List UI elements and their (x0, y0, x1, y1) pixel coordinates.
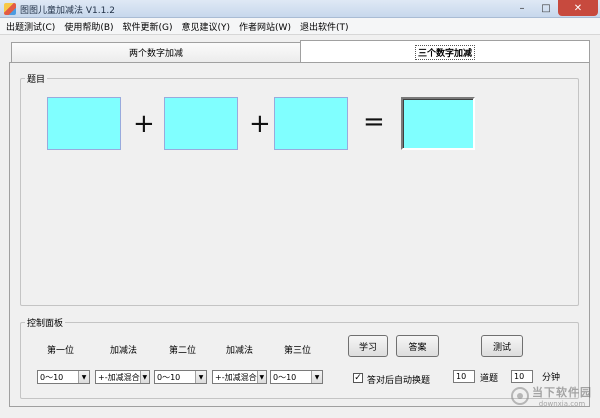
watermark-sub-text: downxia.com (538, 400, 586, 408)
number-box-1 (47, 97, 121, 150)
number-box-3 (274, 97, 348, 150)
plus-sign-1: + (133, 109, 155, 139)
second-digit-range-value: 0～10 (157, 372, 181, 382)
equals-sign: = (363, 107, 385, 137)
chevron-down-icon: ▼ (139, 371, 149, 383)
menu-item-website[interactable]: 作者网站(W) (239, 20, 291, 33)
answer-box[interactable] (401, 97, 475, 150)
operation-a-select[interactable]: +-加减混合 ▼ (95, 370, 150, 384)
chevron-down-icon: ▼ (311, 371, 322, 383)
close-icon[interactable]: ✕ (558, 0, 598, 16)
menu-item-feedback[interactable]: 意见建议(Y) (182, 20, 231, 33)
question-group: 题目 + + = (20, 72, 579, 306)
label-third-digit: 第三位 (284, 346, 312, 356)
question-group-legend: 题目 (25, 72, 48, 85)
operation-b-select[interactable]: +-加减混合 ▼ (212, 370, 267, 384)
window-controls: – □ ✕ (510, 0, 598, 16)
label-operation-b: 加减法 (226, 346, 254, 356)
label-first-digit: 第一位 (47, 346, 75, 356)
tab-two-numbers-label: 两个数字加减 (128, 49, 183, 59)
learn-button[interactable]: 学习 (348, 335, 388, 357)
tab-three-numbers-label: 三个数字加减 (414, 44, 475, 60)
chevron-down-icon: ▼ (195, 371, 206, 383)
menu-item-update[interactable]: 软件更新(G) (123, 20, 173, 33)
test-button[interactable]: 测试 (481, 335, 523, 357)
answer-button[interactable]: 答案 (396, 335, 439, 357)
watermark-logo-icon (511, 387, 529, 405)
app-logo-icon (4, 3, 16, 15)
watermark-main-text: 当下软件园 (532, 386, 592, 399)
maximize-icon[interactable]: □ (534, 0, 558, 16)
first-digit-range-select[interactable]: 0～10 ▼ (37, 370, 90, 384)
question-count-unit: 道题 (480, 374, 499, 384)
watermark: 当下软件园 downxia.com (511, 384, 592, 408)
operation-b-value: +-加减混合 (215, 372, 257, 382)
chevron-down-icon: ▼ (256, 371, 266, 383)
auto-next-checkbox[interactable]: ✓ (353, 373, 363, 383)
plus-sign-2: + (249, 109, 271, 139)
auto-next-label: 答对后自动换题 (367, 376, 431, 386)
second-digit-range-select[interactable]: 0～10 ▼ (154, 370, 207, 384)
menu-item-exit[interactable]: 退出软件(T) (300, 20, 349, 33)
number-box-2 (164, 97, 238, 150)
label-operation-a: 加减法 (110, 346, 138, 356)
menu-item-help[interactable]: 使用帮助(B) (64, 20, 113, 33)
menu-bar: 出题测试(C) 使用帮助(B) 软件更新(G) 意见建议(Y) 作者网站(W) … (0, 18, 600, 35)
first-digit-range-value: 0～10 (40, 372, 64, 382)
control-panel-group: 控制面板 第一位 加减法 第二位 加减法 第三位 0～10 ▼ +-加减混合 ▼… (20, 316, 579, 399)
label-second-digit: 第二位 (169, 346, 197, 356)
minimize-icon[interactable]: – (510, 0, 534, 16)
menu-item-test[interactable]: 出题测试(C) (6, 20, 55, 33)
tab-panel: 题目 + + = 控制面板 第一位 加减法 第二位 加减法 第三位 0～10 ▼… (9, 62, 590, 407)
operation-a-value: +-加减混合 (98, 372, 140, 382)
third-digit-range-select[interactable]: 0～10 ▼ (270, 370, 323, 384)
third-digit-range-value: 0～10 (273, 372, 297, 382)
tab-three-numbers[interactable]: 三个数字加减 (300, 40, 590, 63)
window-title: 图图儿童加减法 V1.1.2 (20, 6, 115, 16)
title-bar: 图图儿童加减法 V1.1.2 – □ ✕ (0, 0, 600, 18)
control-panel-legend: 控制面板 (25, 316, 66, 329)
tab-two-numbers[interactable]: 两个数字加减 (11, 42, 301, 62)
chevron-down-icon: ▼ (78, 371, 89, 383)
minutes-unit: 分钟 (542, 373, 561, 383)
minutes-input[interactable]: 10 (511, 370, 533, 383)
question-count-input[interactable]: 10 (453, 370, 475, 383)
